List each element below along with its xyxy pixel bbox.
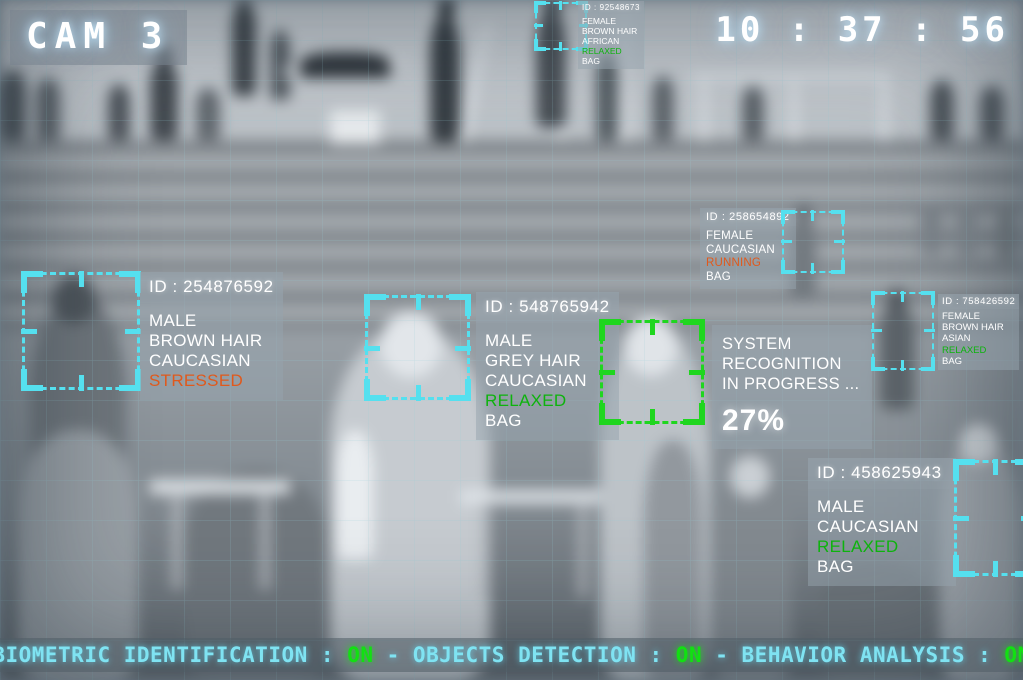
- status-separator-1: -: [373, 643, 413, 667]
- tracking-bracket-5[interactable]: [953, 459, 1023, 577]
- detection-attr-2-0: MALE: [149, 311, 197, 330]
- system-recognition-line3: IN PROGRESS ...: [722, 375, 860, 394]
- detection-attr-2-1: BROWN HAIR: [149, 331, 263, 351]
- detection-attr-3-1: GREY HAIR: [485, 351, 581, 371]
- detection-attr-1-0: FEMALE: [706, 230, 754, 242]
- detection-behavior-1: RUNNING: [706, 257, 762, 270]
- system-recognition-line2: RECOGNITION: [722, 355, 842, 374]
- detection-behavior-3: RELAXED: [485, 391, 567, 411]
- camera-label: CAM 3: [10, 10, 188, 65]
- detection-attr-1-1: CAUCASIAN: [706, 243, 775, 256]
- detection-id-3: ID : 548765942: [476, 292, 619, 323]
- detection-object-4: BAG: [942, 355, 963, 367]
- detection-id-5: ID : 458625943: [808, 458, 956, 489]
- detection-attr-4-1: BROWN HAIR: [942, 322, 1004, 334]
- detection-body-2: MALE BROWN HAIR CAUCASIAN STRESSED: [140, 303, 283, 401]
- detection-attr-2-2: CAUCASIAN: [149, 351, 251, 371]
- objects-value[interactable]: ON: [676, 643, 702, 667]
- timestamp-text: 10 : 37 : 56: [715, 10, 1009, 50]
- behavior-value[interactable]: ON: [1004, 643, 1023, 667]
- detection-behavior-0: RELAXED: [582, 46, 622, 57]
- tracking-bracket-4[interactable]: [871, 291, 935, 371]
- system-recognition-line1: SYSTEM: [722, 335, 792, 353]
- detection-attr-5-1: CAUCASIAN: [817, 517, 919, 537]
- objects-label: OBJECTS DETECTION :: [412, 643, 676, 667]
- detection-object-0: BAG: [582, 56, 600, 67]
- detection-object-3: BAG: [485, 411, 522, 431]
- detection-body-4: FEMALE BROWN HAIR ASIAN RELAXED BAG: [938, 309, 1020, 371]
- biometric-value[interactable]: ON: [347, 643, 373, 667]
- detection-object-1: BAG: [706, 270, 731, 283]
- detection-id-2: ID : 254876592: [140, 272, 283, 303]
- detection-behavior-2: STRESSED: [149, 371, 244, 391]
- detection-panel-0[interactable]: ID : 92548673 FEMALE BROWN HAIR AFRICAN …: [578, 1, 645, 70]
- detection-id-4: ID : 758426592: [938, 294, 1020, 309]
- detection-panel-4[interactable]: ID : 758426592 FEMALE BROWN HAIR ASIAN R…: [938, 294, 1020, 371]
- detection-attr-4-0: FEMALE: [942, 311, 981, 322]
- biometric-label: BIOMETRIC IDENTIFICATION :: [0, 643, 348, 667]
- behavior-label: BEHAVIOR ANALYSIS :: [741, 643, 1005, 667]
- detection-panel-2[interactable]: ID : 254876592 MALE BROWN HAIR CAUCASIAN…: [140, 272, 283, 401]
- status-bar-text: BIOMETRIC IDENTIFICATION : ON - OBJECTS …: [0, 643, 1023, 667]
- detection-attr-4-2: ASIAN: [942, 333, 971, 345]
- detection-attr-3-0: MALE: [485, 331, 533, 350]
- detection-panel-3[interactable]: ID : 548765942 MALE GREY HAIR CAUCASIAN …: [476, 292, 619, 441]
- detection-body-3: MALE GREY HAIR CAUCASIAN RELAXED BAG: [476, 323, 619, 441]
- detection-behavior-5: RELAXED: [817, 537, 899, 557]
- tracking-bracket-recognition[interactable]: [599, 319, 705, 425]
- system-recognition-panel: SYSTEM RECOGNITION IN PROGRESS ... 27%: [712, 325, 872, 450]
- detection-attr-0-2: AFRICAN: [582, 36, 620, 47]
- tracking-bracket-3[interactable]: [364, 294, 471, 401]
- detection-panel-5[interactable]: ID : 458625943 MALE CAUCASIAN RELAXED BA…: [808, 458, 956, 587]
- detection-object-5: BAG: [817, 557, 854, 577]
- status-separator-2: -: [702, 643, 742, 667]
- tracking-bracket-2[interactable]: [21, 271, 141, 391]
- detection-id-0: ID : 92548673: [578, 1, 645, 14]
- detection-attr-3-2: CAUCASIAN: [485, 371, 587, 391]
- status-bar: BIOMETRIC IDENTIFICATION : ON - OBJECTS …: [0, 638, 1023, 672]
- tracking-bracket-1[interactable]: [781, 210, 845, 274]
- surveillance-feed: CAM 3 10 : 37 : 56 ID : 92548673 FEMALE …: [0, 0, 1023, 680]
- system-recognition-percent: 27%: [722, 404, 786, 438]
- detection-body-5: MALE CAUCASIAN RELAXED BAG: [808, 489, 956, 587]
- detection-attr-0-0: FEMALE: [582, 16, 617, 26]
- timestamp: 10 : 37 : 56: [715, 10, 1009, 50]
- detection-body-0: FEMALE BROWN HAIR AFRICAN RELAXED BAG: [578, 14, 645, 70]
- detection-attr-0-1: BROWN HAIR: [582, 26, 638, 37]
- detection-behavior-4: RELAXED: [942, 344, 987, 356]
- detection-attr-5-0: MALE: [817, 497, 865, 516]
- camera-label-text: CAM 3: [26, 16, 170, 57]
